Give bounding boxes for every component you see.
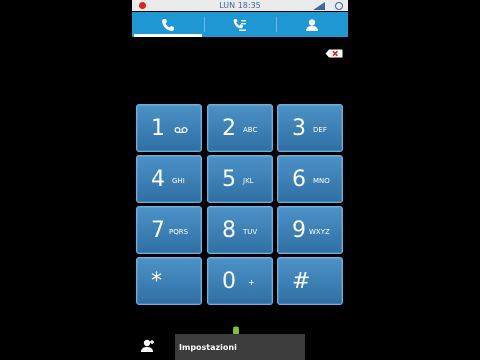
key-digit: 8 bbox=[222, 218, 236, 243]
key-4[interactable]: 4 GHI bbox=[136, 155, 202, 203]
key-letters: WXYZ bbox=[309, 228, 330, 236]
key-digit: 4 bbox=[151, 167, 165, 192]
key-5[interactable]: 5 JKL bbox=[207, 155, 273, 203]
key-digit: * bbox=[151, 269, 162, 294]
battery-icon bbox=[335, 2, 343, 10]
key-letters: TUV bbox=[243, 228, 258, 236]
key-letters: JKL bbox=[243, 177, 254, 185]
voicemail-icon bbox=[174, 126, 188, 134]
key-9[interactable]: 9 WXYZ bbox=[277, 206, 343, 254]
signal-icon bbox=[313, 2, 325, 10]
tab-call-log[interactable] bbox=[204, 12, 276, 37]
key-letters: DEF bbox=[313, 126, 327, 134]
phone-icon bbox=[162, 18, 174, 31]
key-digit: 6 bbox=[292, 167, 306, 192]
key-digit: # bbox=[292, 269, 311, 294]
android-icon bbox=[233, 326, 239, 334]
key-3[interactable]: 3 DEF bbox=[277, 104, 343, 152]
key-letters: + bbox=[248, 278, 255, 287]
key-6[interactable]: 6 MNO bbox=[277, 155, 343, 203]
contacts-icon bbox=[306, 18, 318, 31]
key-star[interactable]: * bbox=[136, 257, 202, 305]
key-letters: ABC bbox=[243, 126, 258, 134]
key-7[interactable]: 7 PQRS bbox=[136, 206, 202, 254]
key-hash[interactable]: # bbox=[277, 257, 343, 305]
key-0[interactable]: 0 + bbox=[207, 257, 273, 305]
key-letters: PQRS bbox=[169, 228, 189, 236]
key-letters: MNO bbox=[313, 177, 330, 185]
key-1[interactable]: 1 bbox=[136, 104, 202, 152]
backspace-icon[interactable] bbox=[325, 49, 343, 58]
call-log-icon bbox=[233, 18, 246, 31]
key-digit: 1 bbox=[151, 116, 165, 141]
tab-bar bbox=[132, 12, 348, 37]
status-bar: LUN 18:35 bbox=[132, 0, 348, 11]
key-digit: 2 bbox=[222, 116, 236, 141]
settings-menu[interactable]: Impostazioni bbox=[175, 334, 305, 360]
key-2[interactable]: 2 ABC bbox=[207, 104, 273, 152]
key-8[interactable]: 8 TUV bbox=[207, 206, 273, 254]
settings-menu-item[interactable]: Impostazioni bbox=[179, 343, 237, 352]
key-letters: GHI bbox=[172, 177, 185, 185]
key-digit: 3 bbox=[292, 116, 306, 141]
key-digit: 5 bbox=[222, 167, 236, 192]
add-contact-icon[interactable] bbox=[140, 338, 156, 354]
tab-selected-indicator bbox=[134, 34, 202, 37]
tab-contacts[interactable] bbox=[276, 12, 348, 37]
key-digit: 0 bbox=[222, 269, 236, 294]
